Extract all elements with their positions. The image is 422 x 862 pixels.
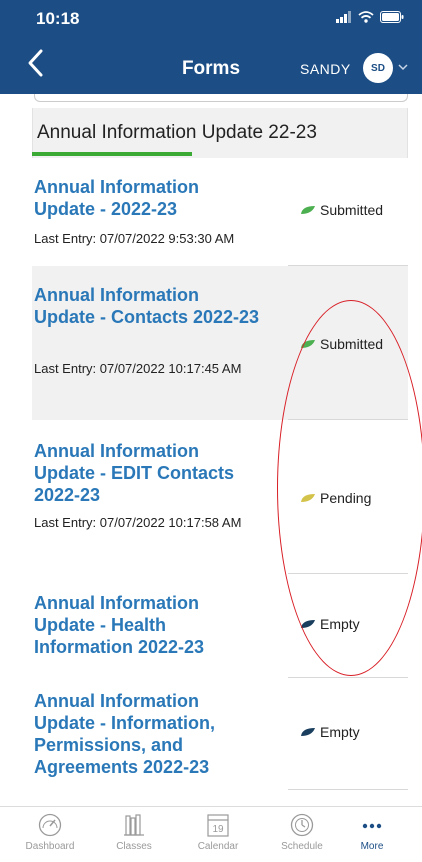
status-label: Submitted	[320, 202, 384, 218]
avatar[interactable]: SD	[363, 53, 393, 83]
signal-icon	[336, 11, 351, 23]
leaf-yellow-icon	[301, 494, 315, 502]
status-icons	[336, 11, 404, 23]
section-header[interactable]: Annual Information Update 22-23	[32, 108, 408, 158]
search-input[interactable]	[34, 94, 408, 102]
app-header: 10:18 Forms SANDY SD	[0, 0, 422, 94]
tab-label: Dashboard	[25, 841, 75, 852]
form-row[interactable]: Annual Information Update - Contacts 202…	[32, 266, 408, 420]
status-label: Empty	[320, 724, 360, 740]
back-button[interactable]	[26, 48, 56, 82]
tab-calendar[interactable]: 19 Calendar	[176, 813, 260, 852]
leaf-navy-icon	[301, 728, 315, 736]
form-row[interactable]: Annual Information Update - Health Infor…	[32, 574, 408, 678]
section-title: Annual Information Update 22-23	[37, 122, 317, 143]
status-label: Pending	[320, 490, 372, 506]
form-last-entry: Last Entry: 07/07/2022 9:53:30 AM	[34, 231, 235, 246]
wifi-icon	[358, 11, 374, 23]
status-label: Submitted	[320, 336, 384, 352]
form-status: Pending	[300, 490, 371, 506]
leaf-green-icon	[301, 340, 315, 348]
form-title[interactable]: Annual Information Update - Health Infor…	[34, 592, 234, 658]
form-title[interactable]: Annual Information Update - Contacts 202…	[34, 284, 264, 328]
tab-label: Classes	[116, 841, 152, 852]
calendar-day: 19	[212, 824, 224, 835]
status-label: Empty	[320, 616, 360, 632]
page-title: Forms	[181, 58, 241, 79]
gauge-icon	[38, 813, 62, 837]
form-row[interactable]: Annual Information Update - EDIT Contact…	[32, 420, 408, 574]
tab-more[interactable]: More	[330, 813, 414, 852]
clock-icon	[290, 813, 314, 837]
section-progress-bar	[32, 152, 192, 156]
tab-bar: Dashboard Classes 19 Calendar Schedule M…	[0, 806, 422, 862]
chevron-left-icon	[28, 49, 43, 77]
form-status: Empty	[300, 724, 360, 740]
form-title[interactable]: Annual Information Update - Information,…	[34, 690, 244, 778]
books-icon	[124, 814, 144, 836]
form-status: Submitted	[300, 336, 383, 352]
leaf-navy-icon	[301, 620, 315, 628]
chevron-down-icon[interactable]	[398, 64, 408, 71]
forms-list[interactable]: Annual Information Update 22-23 Annual I…	[0, 94, 422, 806]
status-time: 10:18	[36, 9, 80, 28]
form-row[interactable]: Annual Information Update - 2022-23 Last…	[32, 158, 408, 266]
more-dots-icon	[362, 823, 382, 829]
leaf-green-icon	[301, 206, 315, 214]
form-last-entry: Last Entry: 07/07/2022 10:17:45 AM	[34, 361, 242, 376]
form-last-entry: Last Entry: 07/07/2022 10:17:58 AM	[34, 515, 242, 530]
form-title[interactable]: Annual Information Update - 2022-23	[34, 176, 264, 220]
form-title[interactable]: Annual Information Update - EDIT Contact…	[34, 440, 234, 506]
form-row[interactable]: Annual Information Update - Information,…	[32, 678, 408, 790]
tab-label: Calendar	[197, 841, 239, 852]
status-bar: 10:18	[0, 0, 422, 38]
user-name[interactable]: SANDY	[300, 61, 351, 77]
battery-icon	[380, 11, 404, 23]
calendar-icon: 19	[207, 814, 229, 837]
tab-dashboard[interactable]: Dashboard	[8, 813, 92, 852]
form-status: Empty	[300, 616, 360, 632]
tab-classes[interactable]: Classes	[92, 813, 176, 852]
nav-bar: Forms SANDY SD	[0, 38, 422, 94]
form-status: Submitted	[300, 202, 383, 218]
divider	[288, 789, 408, 790]
tab-label: More	[360, 841, 384, 852]
